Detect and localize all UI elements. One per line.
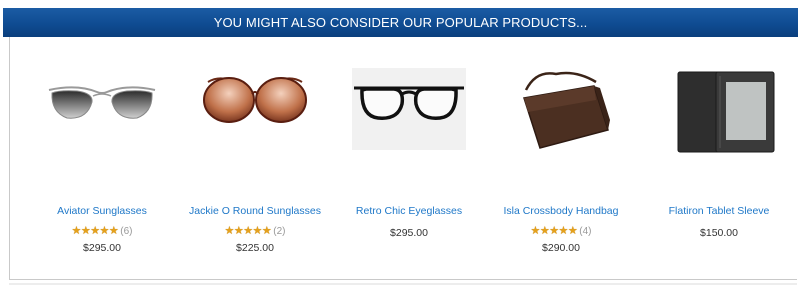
product-image[interactable] [180, 60, 330, 170]
product-name-link[interactable]: Jackie O Round Sunglasses [180, 205, 330, 217]
tablet-sleeve-image [677, 71, 775, 153]
product-image[interactable] [486, 60, 636, 170]
handbag-image [523, 71, 610, 149]
product-price: $225.00 [236, 242, 274, 254]
sunglasses-image [48, 86, 156, 119]
rating-stars-icon: ★★★★★ [71, 225, 119, 237]
product-card-retro-chic[interactable]: Retro Chic Eyeglasses $295.00 [334, 60, 484, 270]
review-count[interactable]: (4) [579, 226, 591, 237]
product-name-link[interactable]: Isla Crossbody Handbag [486, 205, 636, 217]
product-price: $295.00 [390, 227, 428, 239]
product-rating: ★★★★★ (2) [180, 224, 330, 237]
product-name-link[interactable]: Aviator Sunglasses [27, 205, 177, 217]
product-card-flatiron-sleeve[interactable]: Flatiron Tablet Sleeve $150.00 [644, 60, 794, 270]
rating-stars-icon: ★★★★★ [224, 225, 272, 237]
product-price: $150.00 [700, 227, 738, 239]
product-image[interactable] [27, 60, 177, 170]
rating-stars-icon: ★★★★★ [530, 225, 578, 237]
product-name-link[interactable]: Retro Chic Eyeglasses [334, 205, 484, 217]
product-price: $295.00 [83, 242, 121, 254]
product-image[interactable] [334, 60, 484, 170]
eyeglasses-image [352, 68, 466, 150]
product-card-aviator[interactable]: Aviator Sunglasses ★★★★★ (6) $295.00 [27, 60, 177, 270]
product-card-jackie-o[interactable]: Jackie O Round Sunglasses ★★★★★ (2) $225.… [180, 60, 330, 270]
review-count[interactable]: (2) [273, 226, 285, 237]
product-image[interactable] [644, 60, 794, 170]
related-products-banner: YOU MIGHT ALSO CONSIDER OUR POPULAR PROD… [3, 8, 798, 37]
product-name-link[interactable]: Flatiron Tablet Sleeve [644, 205, 794, 217]
product-rating: ★★★★★ (6) [27, 224, 177, 237]
round-sunglasses-image [203, 77, 307, 123]
review-count[interactable]: (6) [120, 226, 132, 237]
product-price: $290.00 [542, 242, 580, 254]
product-card-isla-handbag[interactable]: Isla Crossbody Handbag ★★★★★ (4) $290.00 [486, 60, 636, 270]
divider [9, 283, 797, 285]
product-rating: ★★★★★ (4) [486, 224, 636, 237]
